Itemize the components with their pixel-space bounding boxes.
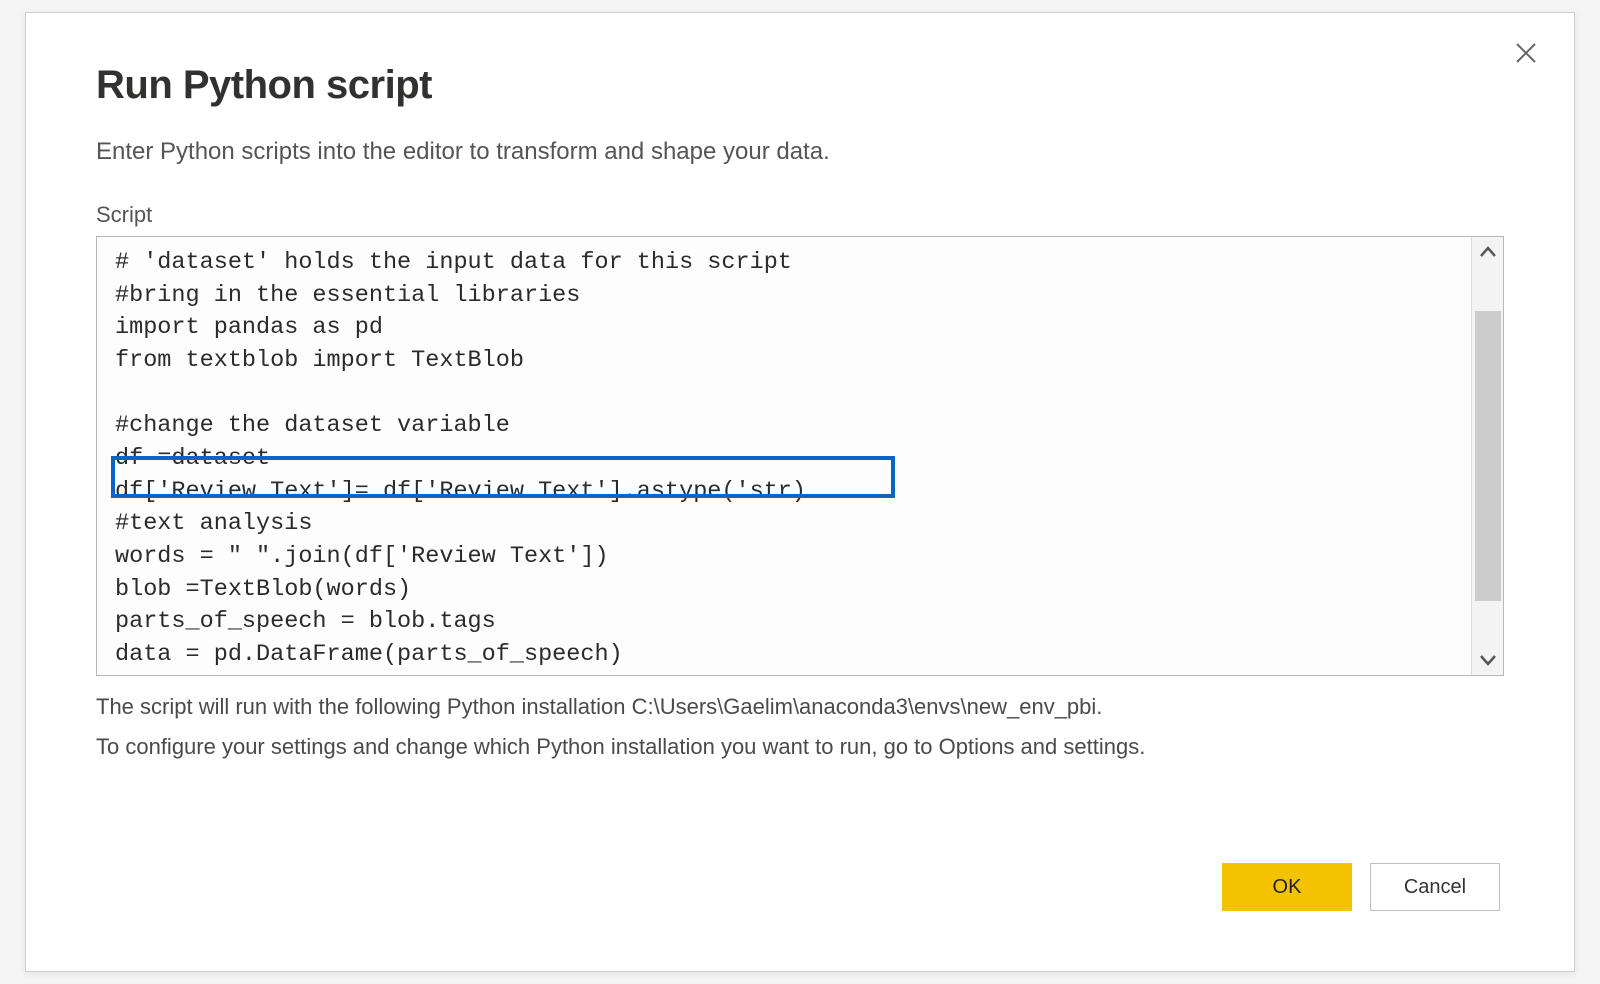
close-icon — [1515, 42, 1537, 64]
script-editor[interactable]: # 'dataset' holds the input data for thi… — [97, 237, 1471, 675]
scroll-thumb[interactable] — [1475, 311, 1501, 601]
run-python-script-dialog: Run Python script Enter Python scripts i… — [25, 12, 1575, 972]
ok-button[interactable]: OK — [1222, 863, 1352, 911]
dialog-content: Run Python script Enter Python scripts i… — [26, 13, 1574, 971]
script-field-label: Script — [96, 202, 1504, 228]
dialog-button-row: OK Cancel — [96, 863, 1504, 931]
cancel-button[interactable]: Cancel — [1370, 863, 1500, 911]
chevron-down-icon — [1479, 653, 1497, 667]
dialog-subtitle: Enter Python scripts into the editor to … — [96, 138, 1504, 166]
scroll-up-button[interactable] — [1479, 237, 1497, 267]
info-text-block: The script will run with the following P… — [96, 690, 1504, 770]
scroll-down-button[interactable] — [1479, 645, 1497, 675]
dialog-title: Run Python script — [96, 63, 1504, 108]
info-line-install-path: The script will run with the following P… — [96, 690, 1504, 724]
info-line-settings-hint: To configure your settings and change wh… — [96, 730, 1504, 764]
script-editor-container: # 'dataset' holds the input data for thi… — [96, 236, 1504, 676]
close-button[interactable] — [1506, 33, 1546, 73]
scrollbar-vertical[interactable] — [1471, 237, 1503, 675]
chevron-up-icon — [1479, 245, 1497, 259]
